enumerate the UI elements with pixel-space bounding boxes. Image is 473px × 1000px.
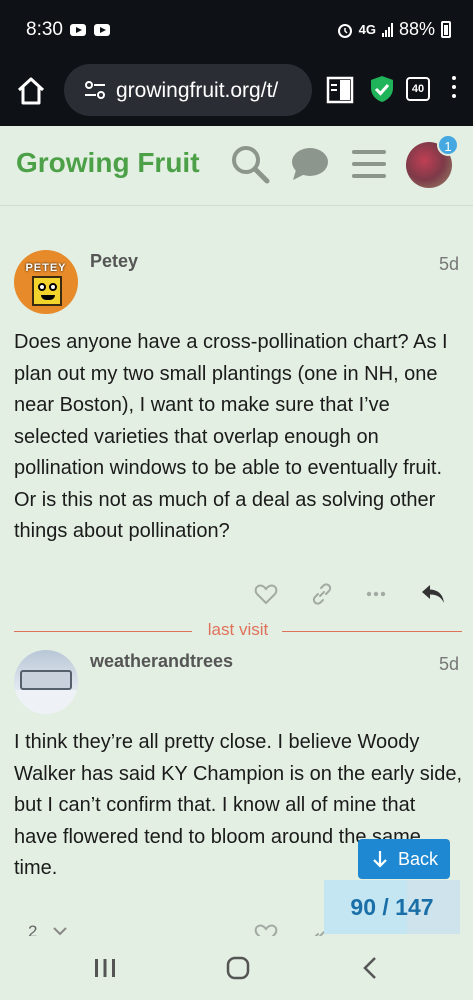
post-username[interactable]: weatherandtrees (90, 651, 233, 672)
back-button[interactable]: Back (358, 839, 450, 879)
home-icon[interactable] (14, 74, 48, 108)
avatar[interactable] (14, 650, 78, 714)
recent-apps-icon[interactable] (94, 958, 116, 978)
network-type: 4G (358, 22, 376, 37)
like-icon[interactable] (254, 582, 278, 606)
avatar[interactable]: PETEY (14, 250, 78, 314)
chat-icon[interactable] (290, 146, 330, 182)
hamburger-menu-icon[interactable] (352, 148, 386, 180)
post-username[interactable]: Petey (90, 251, 138, 272)
status-bar: 8:30 4G 88% (0, 0, 473, 60)
status-indicators: 4G 88% (337, 19, 451, 40)
last-visit-divider: last visit (14, 620, 462, 642)
chevron-down-icon[interactable] (52, 926, 68, 936)
back-nav-icon[interactable] (362, 956, 378, 980)
site-settings-icon[interactable] (84, 81, 106, 99)
system-nav-bar (0, 936, 473, 1000)
like-icon[interactable] (254, 922, 278, 936)
site-logo[interactable]: Growing Fruit (16, 147, 200, 179)
arrow-down-icon (373, 851, 387, 868)
post-actions (250, 582, 450, 610)
avatar-text: PETEY (25, 262, 67, 274)
more-actions-icon[interactable] (366, 591, 386, 597)
post-date[interactable]: 5d (439, 254, 459, 275)
home-nav-icon[interactable] (226, 956, 250, 980)
back-button-label: Back (398, 849, 439, 869)
browser-toolbar: growingfruit.org/t/ 40 (0, 60, 473, 126)
avatar-character (32, 276, 62, 306)
reader-mode-icon[interactable] (326, 76, 354, 104)
signal-icon (381, 22, 393, 37)
last-visit-label: last visit (207, 620, 269, 639)
notification-badge[interactable]: 1 (437, 134, 459, 156)
shield-check-icon[interactable] (370, 75, 394, 103)
tab-switcher-button[interactable]: 40 (406, 77, 430, 101)
topic-progress[interactable]: 90 / 147 (324, 880, 460, 934)
post-body: Does anyone have a cross-pollination cha… (14, 331, 448, 542)
search-icon[interactable] (230, 144, 270, 184)
battery-percent: 88% (398, 19, 435, 39)
status-time: 8:30 (26, 19, 63, 40)
url-text: growingfruit.org/t/ (116, 79, 279, 102)
site-header: Growing Fruit 1 (0, 126, 473, 206)
reply-count[interactable]: 2 (28, 922, 37, 936)
youtube-notification-icon (70, 24, 86, 36)
alarm-icon (337, 23, 352, 38)
battery-icon (441, 21, 451, 38)
post-date[interactable]: 5d (439, 654, 459, 675)
url-bar[interactable]: growingfruit.org/t/ (64, 64, 312, 116)
topic-progress-label: 90 / 147 (350, 894, 434, 920)
reply-icon[interactable] (420, 582, 446, 606)
youtube-notification-icon (94, 24, 110, 36)
link-icon[interactable] (310, 582, 334, 606)
overflow-menu-icon[interactable] (450, 76, 458, 104)
